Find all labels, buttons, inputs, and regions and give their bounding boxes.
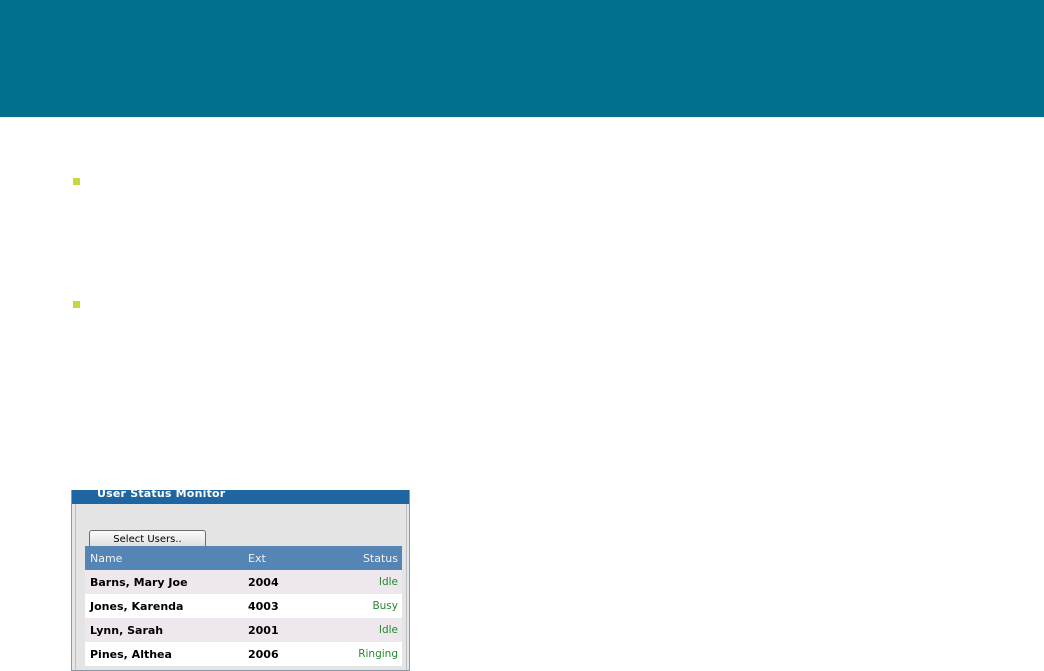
- user-name-cell: Jones, Karenda: [90, 599, 184, 613]
- widget-titlebar: User Status Monitor: [72, 490, 409, 504]
- user-status-cell: Ringing: [358, 648, 398, 660]
- table-row[interactable]: Barns, Mary Joe 2004 Idle: [85, 570, 402, 594]
- table-row[interactable]: Lynn, Sarah 2001 Idle: [85, 618, 402, 642]
- user-status-cell: Idle: [378, 624, 398, 636]
- user-name-cell: Barns, Mary Joe: [90, 575, 188, 589]
- table-row[interactable]: Pines, Althea 2006 Ringing: [85, 642, 402, 666]
- header-banner: [0, 0, 1044, 117]
- user-status-table: Name Ext Status Barns, Mary Joe 2004 Idl…: [85, 546, 402, 666]
- widget-title: User Status Monitor: [97, 490, 226, 500]
- column-header-ext[interactable]: Ext: [243, 546, 353, 570]
- user-ext-cell: 2006: [248, 647, 279, 661]
- bullet-marker-1: [73, 178, 80, 185]
- column-header-name[interactable]: Name: [85, 546, 243, 570]
- user-ext-cell: 4003: [248, 599, 279, 613]
- column-header-status[interactable]: Status: [353, 546, 402, 570]
- table-header-row: Name Ext Status: [85, 546, 402, 570]
- table-row[interactable]: Jones, Karenda 4003 Busy: [85, 594, 402, 618]
- bullet-marker-2: [73, 301, 80, 308]
- user-status-cell: Idle: [378, 576, 398, 588]
- user-ext-cell: 2004: [248, 575, 279, 589]
- user-ext-cell: 2001: [248, 623, 279, 637]
- user-status-cell: Busy: [372, 600, 398, 612]
- user-name-cell: Pines, Althea: [90, 647, 172, 661]
- user-name-cell: Lynn, Sarah: [90, 623, 164, 637]
